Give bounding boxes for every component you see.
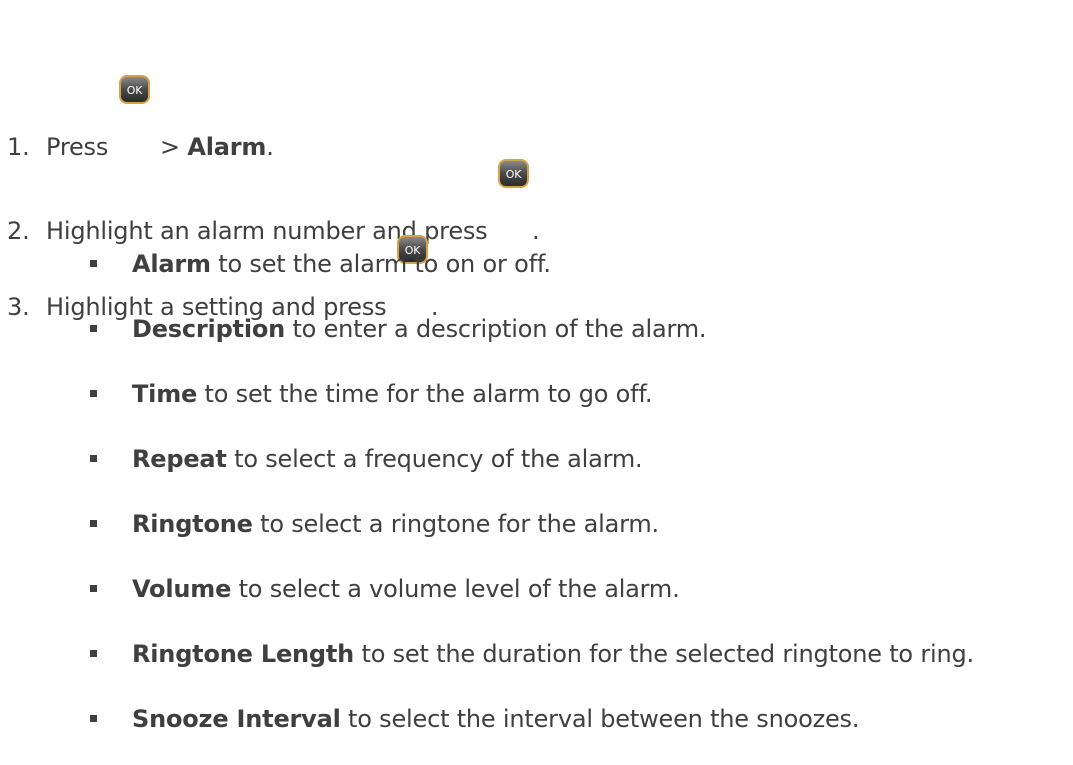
bullet-icon [90, 390, 97, 397]
bullet-icon [90, 325, 97, 332]
setting-term: Ringtone [132, 510, 253, 538]
ok-key-icon: OK [118, 10, 151, 104]
setting-desc: to select a frequency of the alarm. [226, 445, 643, 473]
bullet-icon [90, 715, 97, 722]
step-3: 3. Highlight a setting and press OK . [7, 170, 439, 323]
ok-key-icon: OK [396, 170, 429, 264]
setting-term: Ringtone Length [132, 640, 355, 668]
svg-text:OK: OK [506, 168, 522, 181]
bullet-icon [90, 520, 97, 527]
setting-desc: to set the alarm to on or off. [210, 250, 551, 278]
ok-key-icon: OK [497, 94, 530, 188]
setting-desc: to enter a description of the alarm. [285, 315, 707, 343]
setting-term: Repeat [132, 445, 227, 473]
setting-desc: to select a ringtone for the alarm. [252, 510, 659, 538]
step-number: 3. [7, 293, 30, 321]
setting-desc: to set the duration for the selected rin… [354, 640, 974, 668]
setting-term: Volume [132, 575, 232, 603]
setting-desc: to select the interval between the snooz… [340, 705, 860, 733]
setting-term: Snooze Interval [132, 705, 341, 733]
setting-desc: to set the time for the alarm to go off. [197, 380, 653, 408]
bullet-icon [90, 650, 97, 657]
bullet-icon [90, 260, 97, 267]
setting-term: Alarm [132, 250, 211, 278]
setting-desc: to select a volume level of the alarm. [231, 575, 680, 603]
setting-term: Description [132, 315, 286, 343]
bullet-icon [90, 455, 97, 462]
setting-term: Time [132, 380, 198, 408]
bullet-icon [90, 585, 97, 592]
